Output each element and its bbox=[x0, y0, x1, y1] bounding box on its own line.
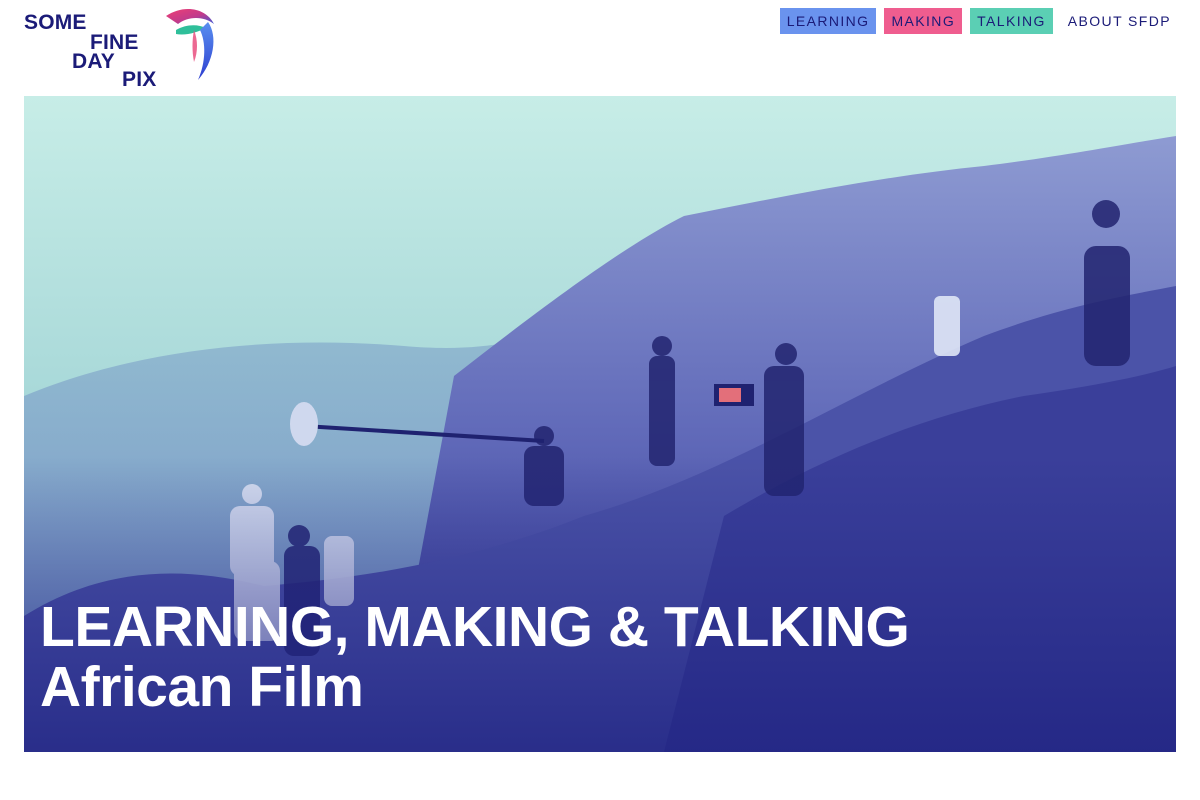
swallow-bird-icon bbox=[166, 9, 214, 80]
logo-word-some: SOME bbox=[24, 11, 87, 34]
logo-word-day: DAY bbox=[72, 50, 116, 73]
hero-banner: LEARNING, MAKING & TALKING African Film bbox=[24, 96, 1176, 752]
nav-making[interactable]: MAKING bbox=[884, 8, 963, 34]
main-nav: LEARNING MAKING TALKING ABOUT SFDP bbox=[779, 8, 1178, 34]
site-logo[interactable]: SOME FINE DAY PIX bbox=[24, 6, 220, 90]
hero-title-line2: African Film bbox=[40, 654, 364, 719]
hero-title: LEARNING, MAKING & TALKING African Film bbox=[40, 594, 910, 719]
nav-talking[interactable]: TALKING bbox=[970, 8, 1053, 34]
hero-title-line1: LEARNING, MAKING & TALKING bbox=[40, 594, 910, 659]
nav-about-sfdp[interactable]: ABOUT SFDP bbox=[1061, 8, 1178, 34]
nav-learning[interactable]: LEARNING bbox=[779, 8, 877, 34]
logo-word-pix: PIX bbox=[122, 68, 157, 91]
